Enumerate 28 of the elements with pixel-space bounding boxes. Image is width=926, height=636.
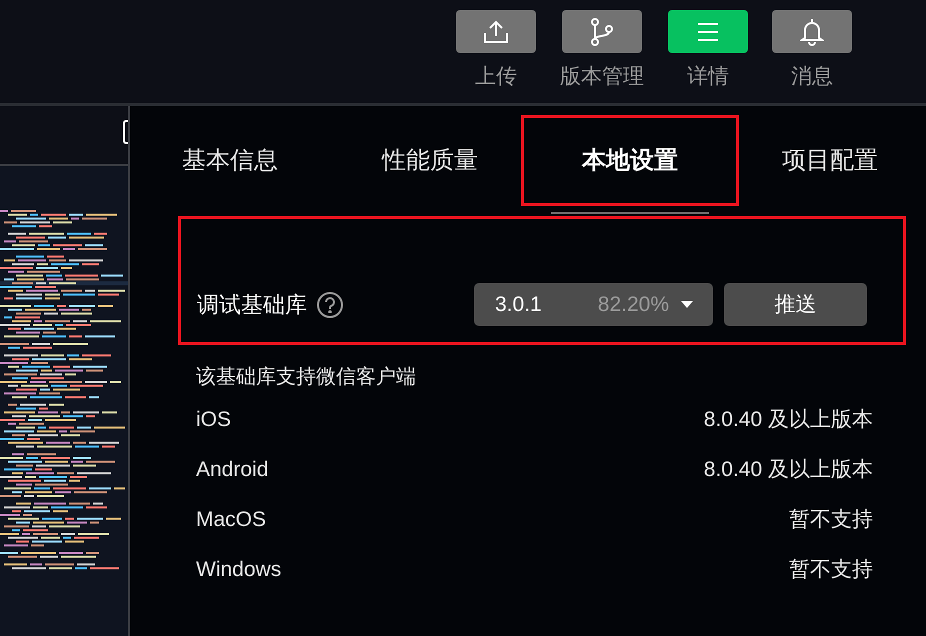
- platform-name: Windows: [196, 557, 282, 584]
- version-requirement: 暂不支持: [789, 557, 873, 584]
- toolbar-button[interactable]: [562, 10, 642, 53]
- setting-label: 调试基础库: [197, 291, 307, 319]
- toolbar-button[interactable]: [772, 10, 852, 53]
- menu-icon: [696, 22, 720, 42]
- toolbar-button[interactable]: [456, 10, 536, 53]
- caret-icon: [681, 300, 693, 308]
- platform-name: iOS: [196, 407, 232, 434]
- toolbar-label: 详情: [687, 64, 729, 90]
- toolbar-label: 消息: [791, 64, 833, 90]
- branch-icon: [590, 18, 614, 46]
- upload-icon: [483, 20, 509, 44]
- push-button[interactable]: 推送: [724, 283, 867, 326]
- version-requirement: 8.0.40 及以上版本: [704, 407, 873, 434]
- bracket-icon: [123, 120, 128, 144]
- toolbar-label: 版本管理: [560, 64, 644, 90]
- platform-name: MacOS: [196, 507, 266, 534]
- toolbar-button[interactable]: [668, 10, 748, 53]
- tab[interactable]: 本地设置: [521, 115, 739, 206]
- version-requirement: 8.0.40 及以上版本: [704, 457, 873, 484]
- section-heading: 该基础库支持微信客户端: [196, 365, 417, 390]
- version-select[interactable]: 3.0.1 82.20%: [474, 283, 713, 326]
- toolbar-label: 上传: [475, 64, 517, 90]
- version-requirement: 暂不支持: [789, 507, 873, 534]
- help-icon[interactable]: [317, 292, 343, 318]
- bell-icon: [800, 18, 824, 46]
- platform-name: Android: [196, 457, 268, 484]
